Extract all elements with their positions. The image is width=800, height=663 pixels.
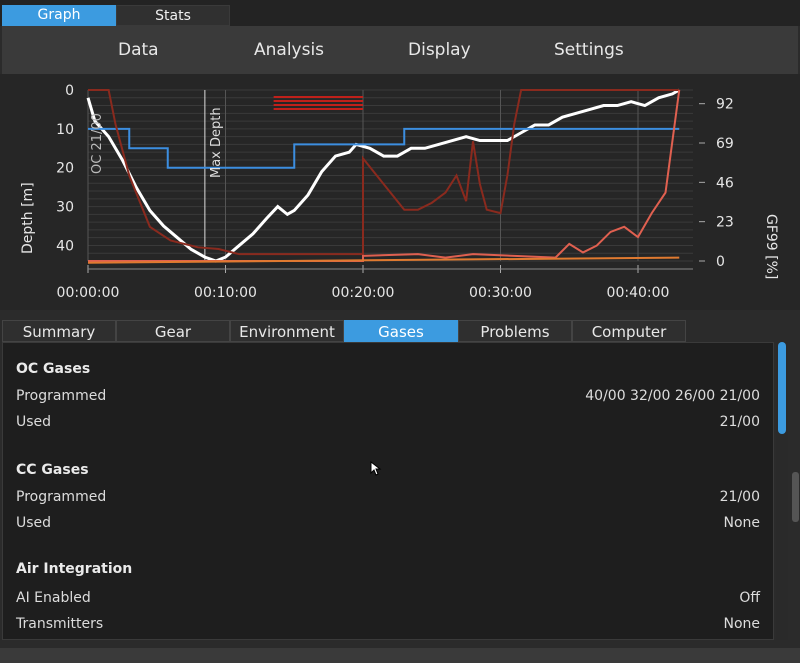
- tab-environment[interactable]: Environment: [230, 320, 344, 342]
- bottom-bar: [0, 648, 800, 663]
- y-tick-label: 0: [65, 83, 74, 99]
- gases-panel: OC Gases Programmed 40/00 32/00 26/00 21…: [2, 342, 774, 640]
- cc-used-value: None: [723, 515, 760, 531]
- mouse-pointer-icon: [370, 461, 382, 476]
- dive-profile-chart: 0 10 20 30 40 92 69 46 23 0 00:00:00 00:10:00 00:20:…: [20, 83, 779, 301]
- oc-used-value: 21/00: [719, 414, 760, 430]
- top-tab-bar: Graph Stats: [0, 0, 800, 26]
- transmitters-value: None: [723, 616, 760, 632]
- y-tick-label: 20: [56, 161, 74, 177]
- ceiling-warning-bar: [273, 108, 363, 110]
- ceiling-warning-bar: [273, 100, 363, 102]
- annotation-max-depth: Max Depth: [209, 107, 224, 178]
- oc-gases-title: OC Gases: [16, 361, 91, 377]
- x-tick-label: 00:40:00: [607, 285, 670, 301]
- menu-display[interactable]: Display: [408, 40, 471, 60]
- y2-tick-label: 23: [716, 215, 734, 231]
- dive-profile-graph[interactable]: 0 10 20 30 40 92 69 46 23 0 00:00:00 00:10:00 00:20:…: [0, 74, 800, 310]
- window-scrollbar-thumb[interactable]: [792, 472, 799, 522]
- tab-summary[interactable]: Summary: [2, 320, 116, 342]
- tab-gases[interactable]: Gases: [344, 320, 458, 342]
- series-line-1: [88, 127, 680, 169]
- y-tick-label: 10: [56, 122, 74, 138]
- ai-enabled-value: Off: [739, 590, 760, 606]
- x-tick-label: 00:10:00: [194, 285, 257, 301]
- tab-problems[interactable]: Problems: [458, 320, 572, 342]
- transmitters-label: Transmitters: [16, 616, 104, 632]
- cc-programmed-label: Programmed: [16, 489, 107, 505]
- air-integration-title: Air Integration: [16, 561, 133, 577]
- y2-tick-label: 92: [716, 97, 734, 113]
- info-tab-bar: Summary Gear Environment Gases Problems …: [0, 318, 800, 342]
- x-tick-label: 00:20:00: [332, 285, 395, 301]
- chart-axes: 0 10 20 30 40 92 69 46 23 0 00:00:00 00:10:00 00:20:…: [56, 83, 734, 301]
- y2-axis-label: GF99 [%]: [763, 214, 779, 279]
- cc-programmed-value: 21/00: [719, 489, 760, 505]
- chart-grid: [87, 89, 693, 262]
- oc-programmed-value: 40/00 32/00 26/00 21/00: [585, 388, 760, 404]
- x-tick-label: 00:00:00: [57, 285, 120, 301]
- y2-tick-label: 46: [716, 175, 734, 191]
- annotation-oc: OC 21/00: [90, 113, 105, 174]
- y-tick-label: 30: [56, 200, 74, 216]
- menu-data[interactable]: Data: [118, 40, 159, 60]
- menu-analysis[interactable]: Analysis: [254, 40, 324, 60]
- x-tick-label: 00:30:00: [469, 285, 532, 301]
- y2-tick-label: 0: [716, 254, 725, 270]
- cc-used-label: Used: [16, 515, 52, 531]
- tab-graph[interactable]: Graph: [2, 5, 116, 26]
- panel-scrollbar-thumb[interactable]: [778, 342, 786, 434]
- cc-gases-title: CC Gases: [16, 462, 89, 478]
- y2-tick-label: 69: [716, 136, 734, 152]
- oc-programmed-label: Programmed: [16, 388, 107, 404]
- y-axis-label: Depth [m]: [20, 182, 36, 254]
- tab-computer[interactable]: Computer: [572, 320, 686, 342]
- ai-enabled-label: AI Enabled: [16, 590, 91, 606]
- menu-bar: Data Analysis Display Settings: [2, 26, 798, 74]
- oc-used-label: Used: [16, 414, 52, 430]
- y-tick-label: 40: [56, 238, 74, 254]
- panel-scrollbar[interactable]: [776, 342, 788, 640]
- chart-series: [86, 88, 681, 264]
- tab-gear[interactable]: Gear: [116, 320, 230, 342]
- tab-stats[interactable]: Stats: [116, 5, 230, 26]
- ceiling-warning-bar: [273, 104, 363, 106]
- menu-settings[interactable]: Settings: [554, 40, 624, 60]
- window-scrollbar[interactable]: [790, 342, 800, 652]
- ceiling-warning-bar: [273, 96, 363, 98]
